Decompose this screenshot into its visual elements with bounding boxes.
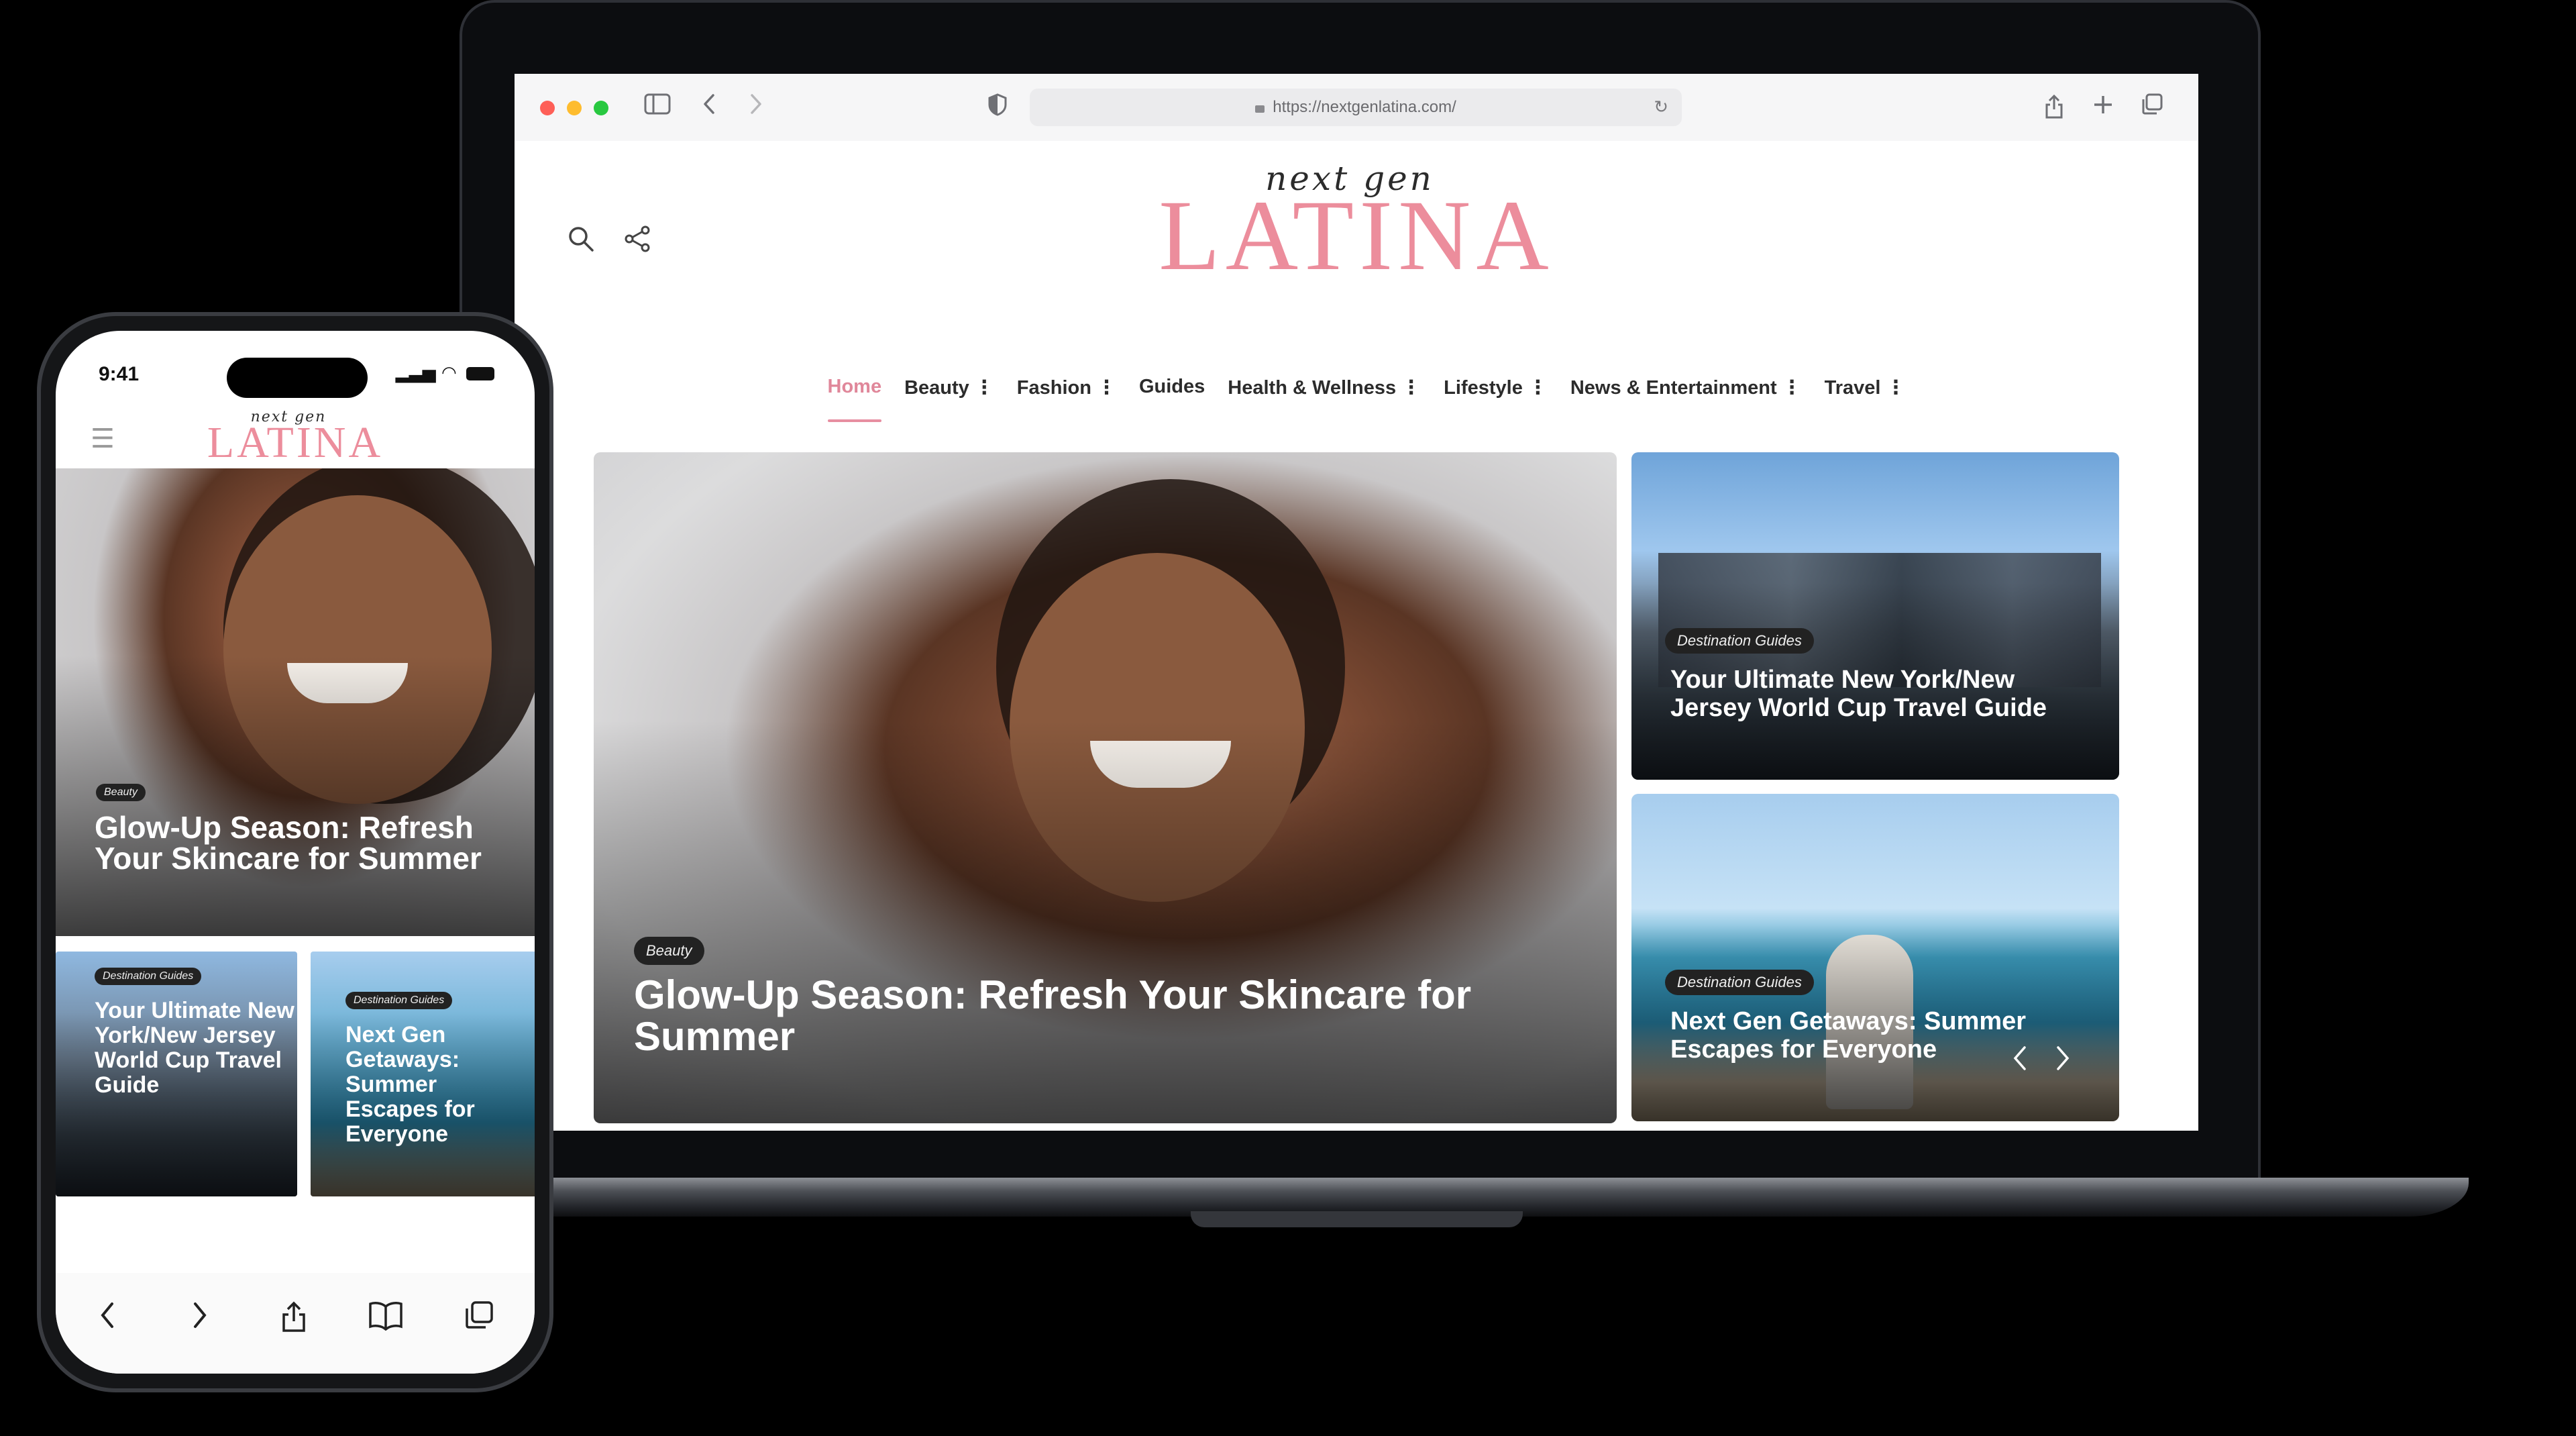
phone-card-title[interactable]: Your Ultimate New York/New Jersey World …	[95, 998, 296, 1098]
laptop-notch	[1191, 1211, 1523, 1227]
phone-hero-badge[interactable]: Beauty	[96, 784, 146, 801]
nav-item-guides[interactable]: Guides	[1139, 376, 1205, 422]
privacy-shield-icon[interactable]	[984, 93, 1011, 123]
tab-overview-icon[interactable]	[2137, 93, 2167, 123]
sidebar-toggle-icon[interactable]	[642, 93, 673, 123]
back-icon[interactable]	[97, 1300, 117, 1339]
new-tab-icon[interactable]	[2088, 93, 2118, 123]
status-icons: ▂▃▅ ◠	[396, 363, 494, 383]
tabs-icon[interactable]	[464, 1300, 494, 1339]
slider-next-icon[interactable]	[2054, 1043, 2072, 1080]
address-bar[interactable]: https://nextgenlatina.com/ ↻	[1030, 89, 1682, 126]
nav-item-beauty[interactable]: Beauty ⋮	[904, 376, 994, 422]
dynamic-island	[227, 358, 368, 398]
slider-prev-icon[interactable]	[2011, 1043, 2029, 1080]
reload-icon[interactable]: ↻	[1654, 89, 1668, 126]
nav-item-health-wellness[interactable]: Health & Wellness ⋮	[1228, 376, 1421, 422]
forward-icon[interactable]	[743, 93, 769, 123]
side-card-title[interactable]: Next Gen Getaways: Summer Escapes for Ev…	[1670, 1007, 2100, 1064]
phone-screen: 9:41 ▂▃▅ ◠ ☰ next gen LATINA Beauty Glow…	[56, 331, 535, 1374]
nav-item-travel[interactable]: Travel ⋮	[1825, 376, 1906, 422]
phone-site-logo[interactable]: next gen LATINA	[56, 410, 535, 467]
logo-main: LATINA	[1159, 180, 1554, 291]
nav-item-home[interactable]: Home	[827, 376, 881, 422]
signal-icon: ▂▃▅	[395, 363, 436, 383]
laptop-screen: https://nextgenlatina.com/ ↻ next gen LA…	[515, 74, 2198, 1131]
menu-dots-icon: ⋮	[1886, 376, 1906, 399]
phone-card-badge[interactable]: Destination Guides	[345, 992, 453, 1009]
nav-item-news-entertainment[interactable]: News & Entertainment ⋮	[1570, 376, 1802, 422]
phone-hero-title[interactable]: Glow-Up Season: Refresh Your Skincare fo…	[95, 812, 511, 874]
phone-article-card[interactable]: Destination Guides Your Ultimate New Yor…	[56, 952, 297, 1196]
status-time: 9:41	[99, 363, 140, 385]
phone-article-card[interactable]: Destination Guides Next Gen Getaways: Su…	[311, 952, 535, 1196]
battery-icon	[466, 366, 494, 380]
side-article-card[interactable]: Destination Guides Next Gen Getaways: Su…	[1631, 794, 2119, 1121]
url-text: https://nextgenlatina.com/	[1273, 98, 1456, 116]
bookmarks-icon[interactable]	[368, 1300, 404, 1339]
maximize-window-button[interactable]	[594, 101, 608, 115]
phone-browser-toolbar	[56, 1273, 535, 1374]
browser-toolbar: https://nextgenlatina.com/ ↻	[515, 74, 2198, 141]
hero-article-card[interactable]: Beauty Glow-Up Season: Refresh Your Skin…	[594, 452, 1617, 1123]
side-category-badge[interactable]: Destination Guides	[1665, 628, 1814, 654]
menu-dots-icon: ⋮	[974, 376, 994, 399]
share-icon[interactable]	[2039, 93, 2070, 123]
hero-title[interactable]: Glow-Up Season: Refresh Your Skincare fo…	[634, 974, 1587, 1058]
menu-dots-icon: ⋮	[1527, 376, 1548, 399]
menu-dots-icon: ⋮	[1401, 376, 1421, 399]
menu-dots-icon: ⋮	[1782, 376, 1802, 399]
main-navigation: Home Beauty ⋮ Fashion ⋮ Guides Health & We…	[515, 376, 2198, 422]
close-window-button[interactable]	[540, 101, 555, 115]
menu-dots-icon: ⋮	[1096, 376, 1116, 399]
lock-icon	[1255, 105, 1265, 113]
logo-main: LATINA	[207, 418, 384, 467]
phone-card-badge[interactable]: Destination Guides	[95, 968, 202, 985]
back-icon[interactable]	[696, 93, 722, 123]
nav-item-fashion[interactable]: Fashion ⋮	[1017, 376, 1116, 422]
phone-hero-card[interactable]: Beauty Glow-Up Season: Refresh Your Skin…	[56, 468, 535, 936]
phone-card-title[interactable]: Next Gen Getaways: Summer Escapes for Ev…	[345, 1023, 527, 1147]
side-article-card[interactable]: Destination Guides Your Ultimate New Yor…	[1631, 452, 2119, 780]
nav-item-lifestyle[interactable]: Lifestyle ⋮	[1444, 376, 1548, 422]
side-card-title[interactable]: Your Ultimate New York/New Jersey World …	[1670, 666, 2100, 722]
phone-frame: 9:41 ▂▃▅ ◠ ☰ next gen LATINA Beauty Glow…	[37, 312, 553, 1392]
site-logo[interactable]: next gen LATINA	[515, 160, 2198, 291]
forward-icon[interactable]	[190, 1300, 210, 1339]
wifi-icon: ◠	[441, 363, 457, 383]
side-category-badge[interactable]: Destination Guides	[1665, 970, 1814, 995]
hero-category-badge[interactable]: Beauty	[634, 937, 704, 965]
minimize-window-button[interactable]	[567, 101, 582, 115]
share-icon[interactable]	[280, 1300, 307, 1341]
